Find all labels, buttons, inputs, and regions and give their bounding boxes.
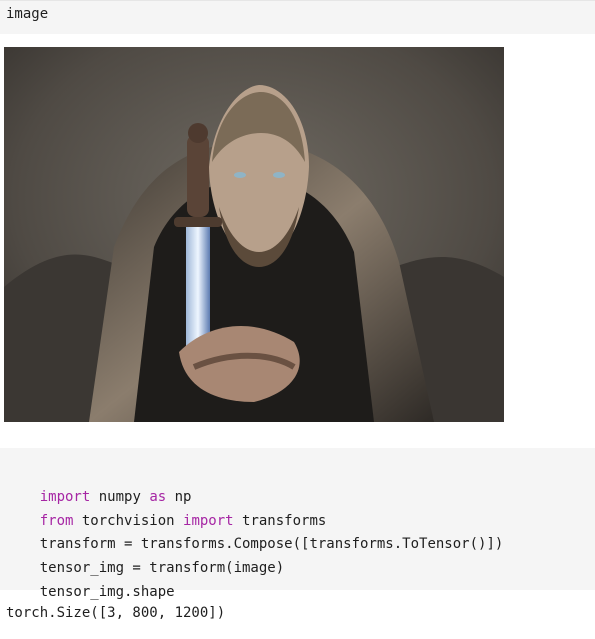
keyword-import: import — [183, 512, 234, 529]
code-text: transforms — [233, 512, 327, 529]
viking-portrait-image — [4, 47, 504, 422]
code-text: tensor_img.shape — [39, 583, 175, 600]
code-text: numpy — [90, 488, 150, 505]
code-cell[interactable]: import numpy as np from torchvision impo… — [0, 448, 595, 600]
code-text: np — [166, 488, 192, 505]
code-text: transform = transforms.Compose([transfor… — [39, 536, 504, 553]
input-cell-image[interactable]: image — [0, 0, 595, 34]
output-text: torch.Size([3, 800, 1200]) — [6, 605, 226, 621]
code-text: torchvision — [73, 512, 184, 529]
code-line-1: import numpy as np — [6, 462, 595, 505]
keyword-as: as — [149, 488, 167, 505]
keyword-from: from — [39, 512, 74, 529]
input-cell-code: image — [6, 6, 49, 22]
keyword-import: import — [39, 488, 91, 505]
code-text: tensor_img = transform(image) — [39, 560, 285, 577]
output-image — [4, 47, 504, 422]
